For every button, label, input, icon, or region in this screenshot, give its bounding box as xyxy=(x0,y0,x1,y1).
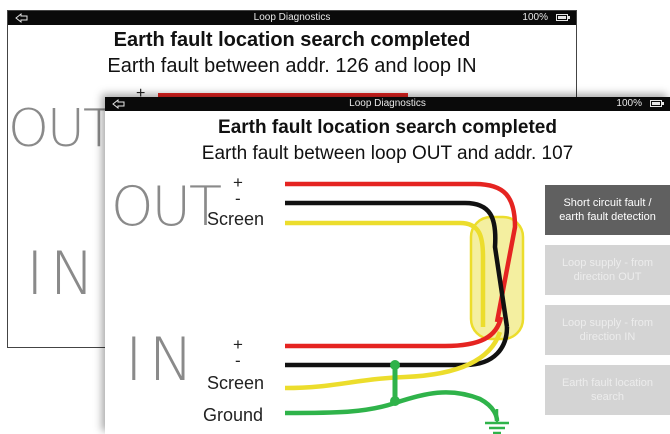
in-minus-label: - xyxy=(235,351,241,370)
loop-supply-out-button[interactable]: Loop supply - from direction OUT xyxy=(545,245,670,295)
earth-fault-search-button[interactable]: Earth fault location search xyxy=(545,365,670,415)
out-screen-wire xyxy=(285,220,486,327)
out-screen-label: Screen xyxy=(207,209,265,229)
out-label: OUT xyxy=(111,175,222,238)
ground-wire xyxy=(284,390,500,422)
short-circuit-detection-button[interactable]: Short circuit fault / earth fault detect… xyxy=(545,185,670,235)
battery-icon xyxy=(650,100,664,107)
front-screen: Loop Diagnostics 100% Earth fault locati… xyxy=(105,97,670,434)
out-minus-label: - xyxy=(235,189,241,208)
ground-node-top xyxy=(390,360,400,370)
in-plus-wire xyxy=(285,316,504,349)
ground-node-bottom xyxy=(390,396,400,406)
in-screen-label: Screen xyxy=(207,373,265,393)
loop-supply-in-button[interactable]: Loop supply - from direction IN xyxy=(545,305,670,355)
ground-symbol-icon xyxy=(485,409,509,434)
in-label: IN xyxy=(125,325,200,395)
battery-percent: 100% xyxy=(616,98,642,109)
ground-label: Ground xyxy=(203,405,264,425)
